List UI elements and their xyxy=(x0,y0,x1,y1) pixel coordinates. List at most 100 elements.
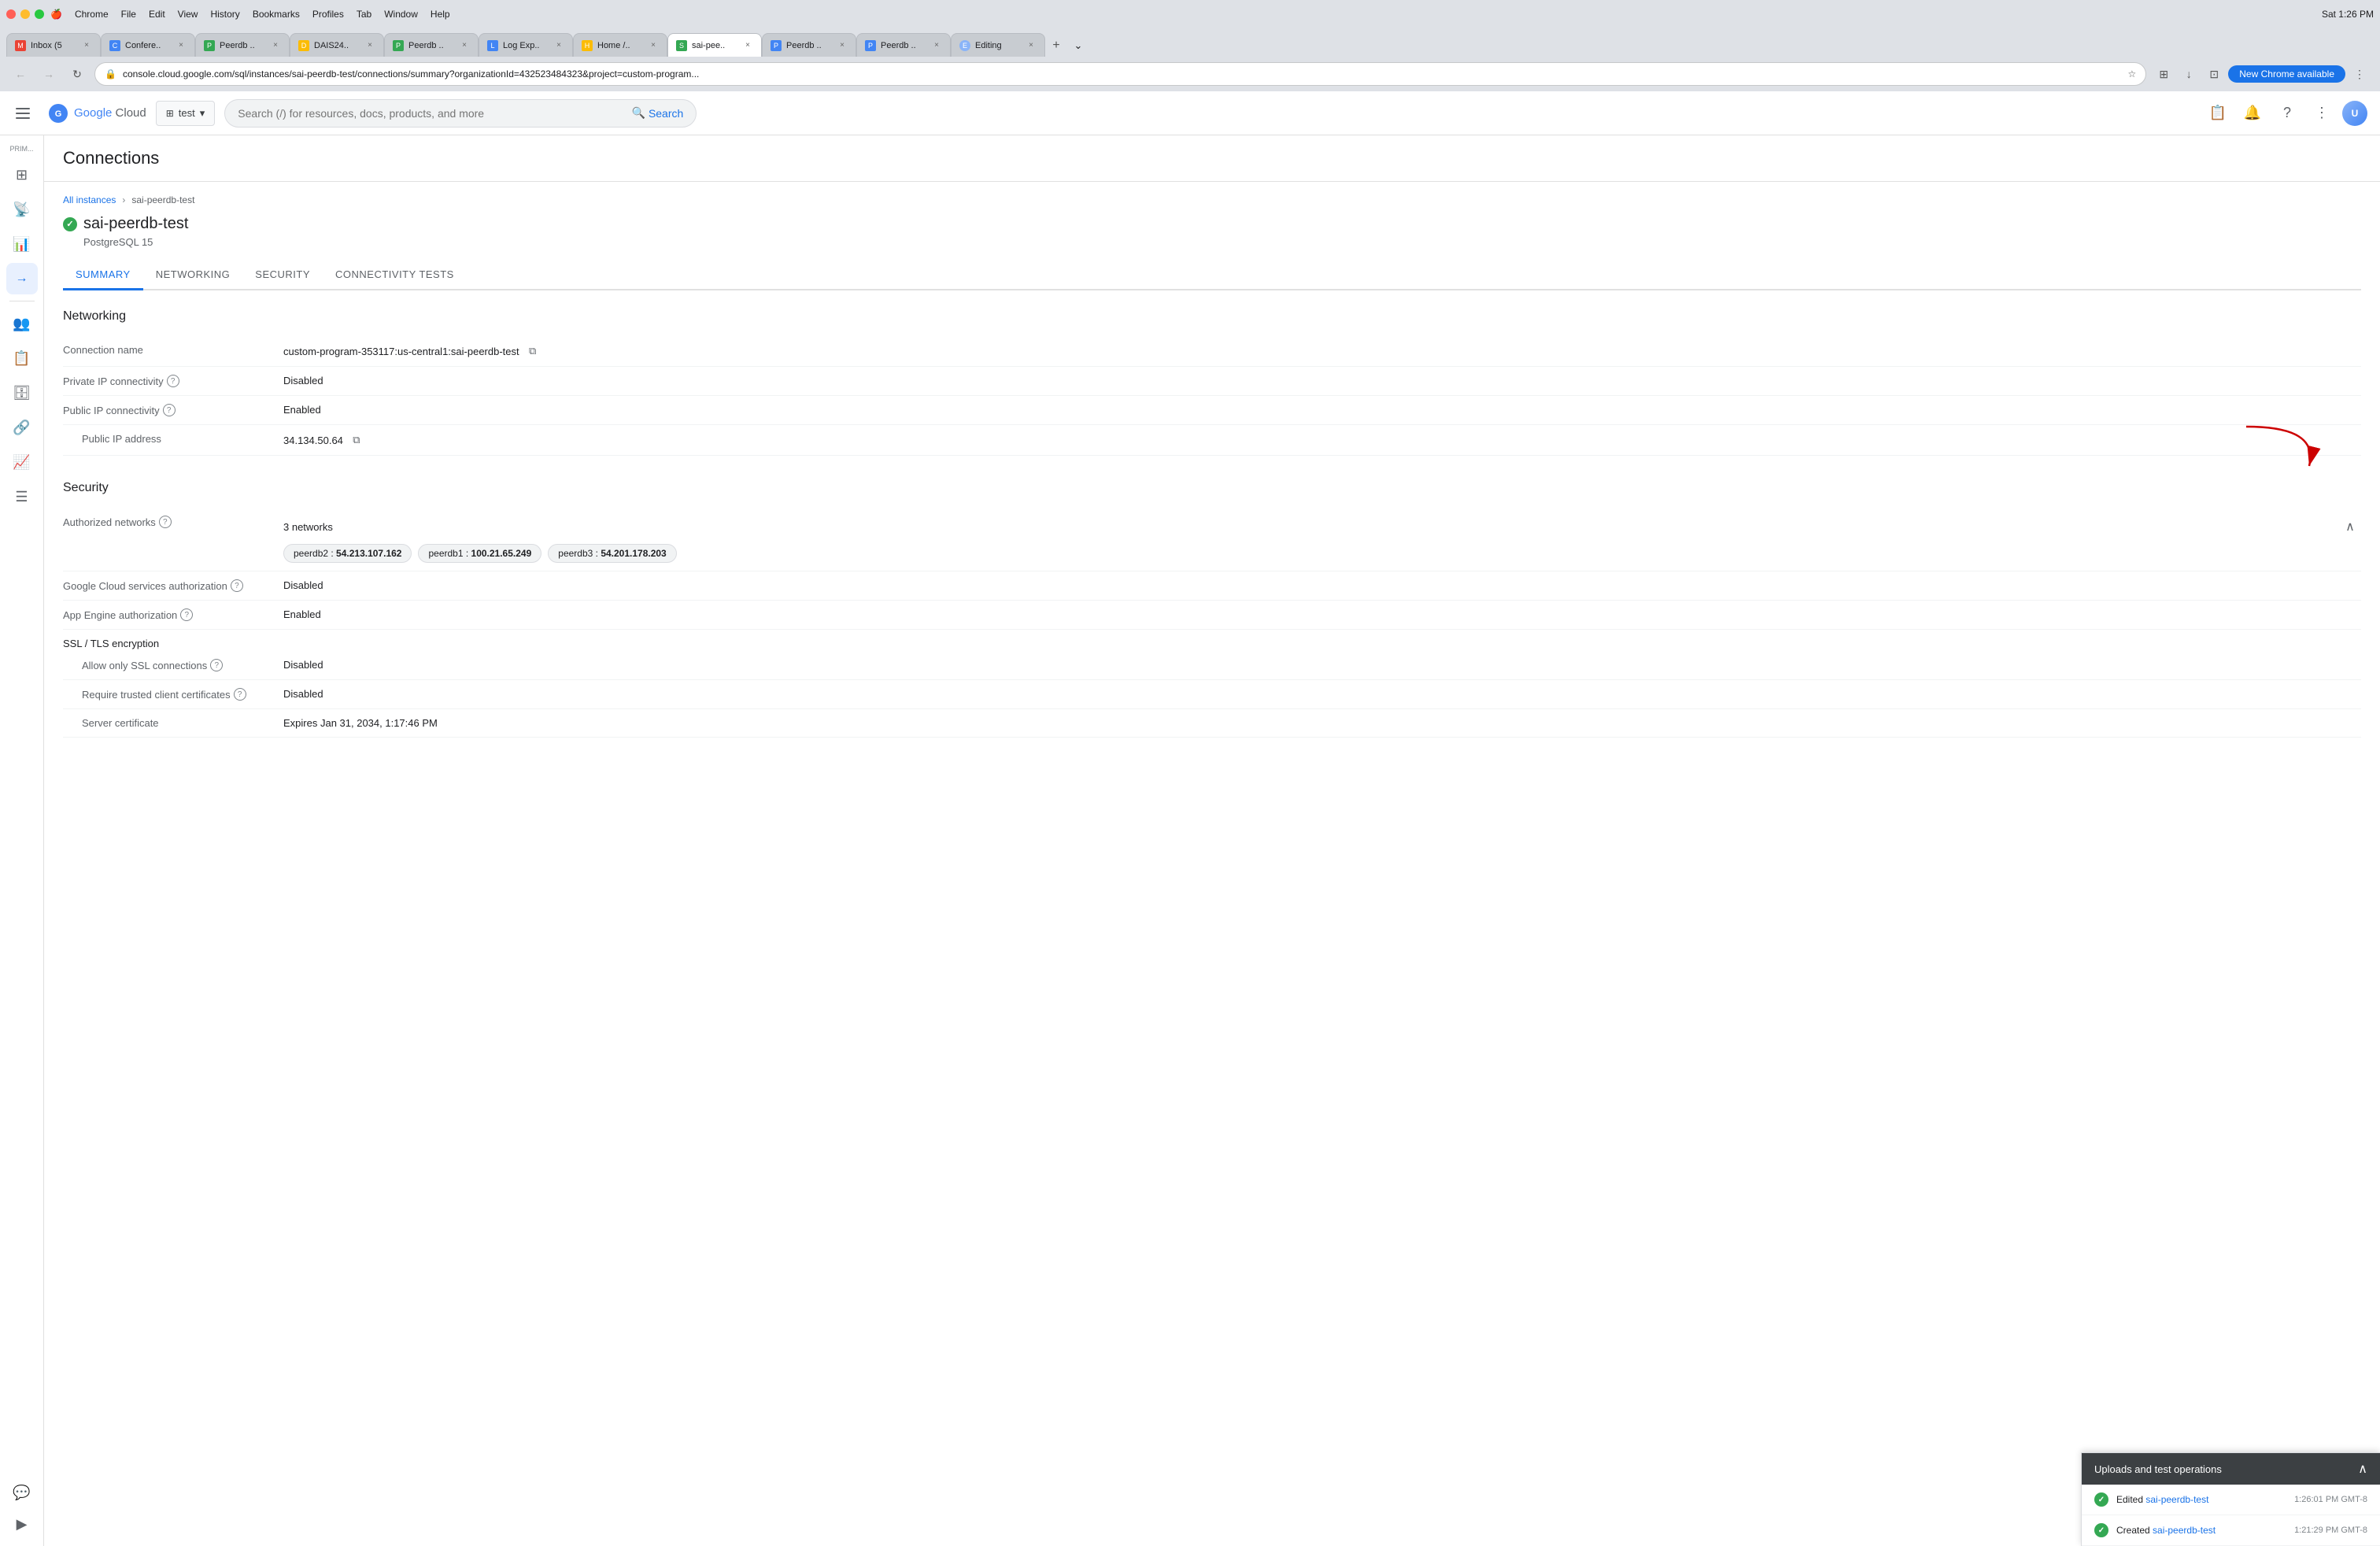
panel-link-created[interactable]: sai-peerdb-test xyxy=(2153,1525,2216,1536)
networks-collapse-button[interactable]: ∧ xyxy=(2339,516,2361,538)
menu-chrome[interactable]: Chrome xyxy=(75,9,109,20)
field-public-ip-connectivity: Public IP connectivity ? Enabled xyxy=(63,396,2361,425)
sidebar-item-feedback[interactable]: 💬 xyxy=(6,1477,38,1508)
sidebar-item-dashboard[interactable]: ⊞ xyxy=(6,159,38,190)
sidebar-item-logs[interactable]: 📋 xyxy=(6,342,38,374)
tab-peerdb3[interactable]: P Peerdb .. × xyxy=(762,33,856,57)
breadcrumb-all-instances[interactable]: All instances xyxy=(63,194,116,205)
back-button[interactable]: ← xyxy=(9,63,31,85)
tab-logexp[interactable]: L Log Exp.. × xyxy=(479,33,573,57)
sidebar-item-monitor[interactable]: 📡 xyxy=(6,194,38,225)
project-selector[interactable]: ⊞ test ▾ xyxy=(156,101,216,126)
download-icon[interactable]: ↓ xyxy=(2178,63,2200,85)
tab-summary[interactable]: SUMMARY xyxy=(63,261,143,290)
search-button[interactable]: 🔍 Search xyxy=(632,106,684,120)
tab-close-dais[interactable]: × xyxy=(364,40,375,51)
tab-saipee[interactable]: S sai-pee.. × xyxy=(667,33,762,57)
copy-public-ip-icon[interactable]: ⧉ xyxy=(349,433,364,447)
bookmark-icon[interactable]: ☆ xyxy=(2128,68,2137,80)
sidebar-item-network[interactable]: 🔗 xyxy=(6,412,38,443)
reload-button[interactable]: ↻ xyxy=(66,63,88,85)
more-menu-icon[interactable]: ⋮ xyxy=(2349,63,2371,85)
tab-search-icon[interactable]: ⊡ xyxy=(2203,63,2225,85)
close-window-button[interactable] xyxy=(6,9,16,19)
help-gcs-auth-icon[interactable]: ? xyxy=(231,579,243,592)
help-trusted-certs-icon[interactable]: ? xyxy=(234,688,246,701)
menu-tab[interactable]: Tab xyxy=(357,9,371,20)
search-input[interactable] xyxy=(238,107,625,120)
tab-close-editing[interactable]: × xyxy=(1026,40,1037,51)
sidebar-item-storage[interactable]: 🗄 xyxy=(6,377,38,409)
tab-overflow-button[interactable]: ⌄ xyxy=(1067,35,1089,57)
sidebar-item-sql[interactable]: → xyxy=(6,263,38,294)
notifications-icon[interactable]: 🔔 xyxy=(2238,99,2267,128)
menu-view[interactable]: View xyxy=(178,9,198,20)
panel-link-edited[interactable]: sai-peerdb-test xyxy=(2145,1494,2208,1505)
chevron-down-icon: ▾ xyxy=(200,107,205,120)
tab-close-home[interactable]: × xyxy=(648,40,659,51)
logo-text: Google Cloud xyxy=(74,106,146,120)
menu-history[interactable]: History xyxy=(210,9,239,20)
new-tab-button[interactable]: + xyxy=(1045,35,1067,57)
menu-apple[interactable]: 🍎 xyxy=(50,9,62,20)
field-authorized-networks: Authorized networks ? 3 networks ∧ xyxy=(63,508,2361,571)
tab-security[interactable]: SECURITY xyxy=(242,261,323,290)
menu-edit[interactable]: Edit xyxy=(149,9,165,20)
tab-close-peerdb1[interactable]: × xyxy=(270,40,281,51)
tab-close-peerdb4[interactable]: × xyxy=(931,40,942,51)
tab-close-gmail[interactable]: × xyxy=(81,40,92,51)
copy-connection-name-icon[interactable]: ⧉ xyxy=(526,344,540,358)
tab-editing[interactable]: E Editing × xyxy=(951,33,1045,57)
tab-peerdb4[interactable]: P Peerdb .. × xyxy=(856,33,951,57)
help-app-engine-icon[interactable]: ? xyxy=(180,608,193,621)
menu-bookmarks[interactable]: Bookmarks xyxy=(253,9,300,20)
minimize-window-button[interactable] xyxy=(20,9,30,19)
tab-title-gmail: Inbox (5 xyxy=(31,41,76,50)
tab-title-dais: DAIS24.. xyxy=(314,41,360,50)
sidebar-item-reports[interactable]: 📈 xyxy=(6,446,38,478)
tab-gmail[interactable]: M Inbox (5 × xyxy=(6,33,101,57)
menu-profiles[interactable]: Profiles xyxy=(312,9,344,20)
sidebar-item-analytics[interactable]: 📊 xyxy=(6,228,38,260)
help-ssl-only-icon[interactable]: ? xyxy=(210,659,223,671)
help-authorized-networks-icon[interactable]: ? xyxy=(159,516,172,528)
url-bar[interactable]: 🔒 console.cloud.google.com/sql/instances… xyxy=(94,62,2146,86)
hamburger-menu[interactable] xyxy=(13,101,38,126)
chrome-update-button[interactable]: New Chrome available xyxy=(2228,65,2345,83)
tab-close-logexp[interactable]: × xyxy=(553,40,564,51)
panel-collapse-button[interactable]: ∧ xyxy=(2358,1461,2367,1477)
panel-item-edited-time: 1:26:01 PM GMT-8 xyxy=(2294,1495,2367,1504)
support-icon[interactable]: 📋 xyxy=(2204,99,2232,128)
help-icon[interactable]: ? xyxy=(2273,99,2301,128)
extension-icon[interactable]: ⊞ xyxy=(2153,63,2175,85)
tab-close-peerdb2[interactable]: × xyxy=(459,40,470,51)
menu-help[interactable]: Help xyxy=(431,9,450,20)
tab-connectivity-tests[interactable]: CONNECTIVITY TESTS xyxy=(323,261,467,290)
field-value-trusted-certs: Disabled xyxy=(283,688,2361,700)
tab-home[interactable]: H Home /.. × xyxy=(573,33,667,57)
tab-close-peerdb3[interactable]: × xyxy=(837,40,848,51)
field-label-ssl-tls: SSL / TLS encryption xyxy=(63,638,283,649)
sidebar-item-iam[interactable]: 👥 xyxy=(6,308,38,339)
settings-icon[interactable]: ⋮ xyxy=(2308,99,2336,128)
help-private-ip-icon[interactable]: ? xyxy=(167,375,179,387)
tab-peerdb2[interactable]: P Peerdb .. × xyxy=(384,33,479,57)
tab-conf[interactable]: C Confere.. × xyxy=(101,33,195,57)
google-cloud-logo[interactable]: G Google Cloud xyxy=(47,102,146,124)
storage-icon: 🗄 xyxy=(13,385,31,401)
tab-close-saipee[interactable]: × xyxy=(742,40,753,51)
maximize-window-button[interactable] xyxy=(35,9,44,19)
avatar[interactable]: U xyxy=(2342,101,2367,126)
tab-peerdb1[interactable]: P Peerdb .. × xyxy=(195,33,290,57)
help-public-ip-icon[interactable]: ? xyxy=(163,404,176,416)
sidebar-item-more[interactable]: ☰ xyxy=(6,481,38,512)
sidebar-item-expand[interactable]: ▶ xyxy=(6,1508,38,1540)
tab-dais[interactable]: D DAIS24.. × xyxy=(290,33,384,57)
tab-close-conf[interactable]: × xyxy=(176,40,187,51)
menu-file[interactable]: File xyxy=(121,9,136,20)
search-bar[interactable]: 🔍 Search xyxy=(224,99,697,128)
forward-button[interactable]: → xyxy=(38,63,60,85)
tab-networking[interactable]: NETWORKING xyxy=(143,261,243,290)
menu-window[interactable]: Window xyxy=(384,9,418,20)
tab-favicon-logexp: L xyxy=(487,40,498,51)
